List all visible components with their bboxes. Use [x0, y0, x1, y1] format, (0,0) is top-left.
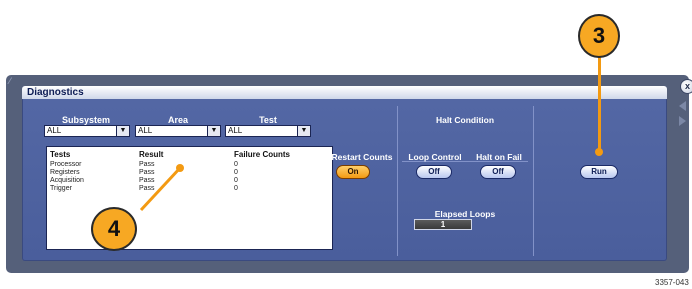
- loop-control-toggle[interactable]: Off: [416, 165, 452, 179]
- row-test: Registers: [50, 169, 80, 176]
- callout-pointer-dot: [595, 148, 603, 156]
- test-dropdown[interactable]: ALL ▼: [225, 125, 311, 137]
- callout-4: 4: [91, 207, 137, 251]
- loop-control-label: Loop Control: [408, 152, 462, 162]
- row-failures: 0: [234, 161, 238, 168]
- column-header-tests: Tests: [50, 150, 71, 159]
- row-test: Acquisition: [50, 177, 84, 184]
- test-label: Test: [259, 115, 277, 125]
- callout-pointer-dot: [176, 164, 184, 172]
- subsystem-value: ALL: [47, 126, 62, 135]
- row-test: Trigger: [50, 185, 72, 192]
- separator: [397, 106, 398, 256]
- chevron-down-icon[interactable]: ▼: [297, 126, 310, 136]
- area-label: Area: [167, 115, 188, 125]
- test-value: ALL: [228, 126, 243, 135]
- side-scroll-arrows: [679, 101, 686, 131]
- resize-corner-icon: ⁄: [9, 76, 11, 86]
- figure-id: 3357-043: [655, 278, 689, 287]
- column-header-result: Result: [139, 150, 164, 159]
- elapsed-loops-value: 1: [414, 219, 472, 230]
- arrow-left-icon[interactable]: [679, 101, 686, 111]
- row-failures: 0: [234, 177, 238, 184]
- restart-counts-label: Restart Counts: [331, 152, 393, 162]
- row-failures: 0: [234, 169, 238, 176]
- callout-leader-line: [139, 166, 182, 212]
- subsystem-label: Subsystem: [61, 115, 111, 125]
- halt-on-fail-label: Halt on Fail: [476, 152, 522, 162]
- halt-condition-title: Halt Condition: [435, 115, 495, 125]
- halt-on-fail-toggle[interactable]: Off: [480, 165, 516, 179]
- arrow-right-icon[interactable]: [679, 116, 686, 126]
- callout-3: 3: [578, 14, 620, 58]
- subsystem-dropdown[interactable]: ALL ▼: [44, 125, 130, 137]
- restart-counts-toggle[interactable]: On: [336, 165, 370, 179]
- area-dropdown[interactable]: ALL ▼: [135, 125, 221, 137]
- row-test: Processor: [50, 161, 82, 168]
- row-failures: 0: [234, 185, 238, 192]
- chevron-down-icon[interactable]: ▼: [207, 126, 220, 136]
- area-value: ALL: [138, 126, 153, 135]
- callout-leader-line: [598, 55, 601, 151]
- dialog-title: Diagnostics: [22, 86, 667, 99]
- separator: [533, 106, 534, 256]
- elapsed-loops-label: Elapsed Loops: [434, 209, 496, 219]
- run-button[interactable]: Run: [580, 165, 618, 179]
- chevron-down-icon[interactable]: ▼: [116, 126, 129, 136]
- close-icon[interactable]: x: [680, 79, 692, 94]
- column-header-failure-counts: Failure Counts: [234, 150, 291, 159]
